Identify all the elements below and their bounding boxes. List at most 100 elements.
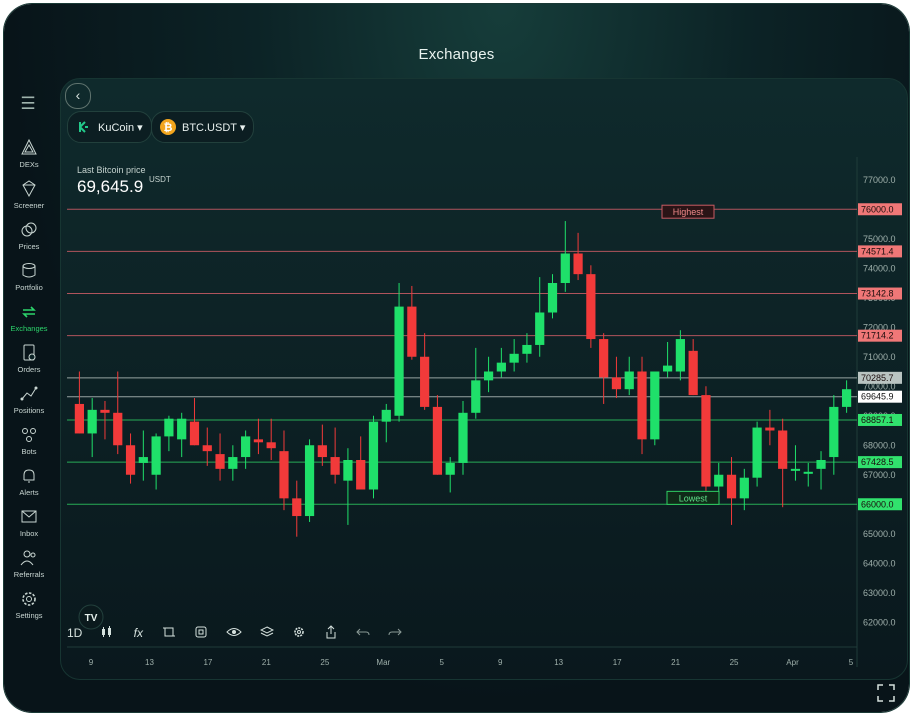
resistance-level-label: 73142.8: [861, 289, 894, 299]
sidebar-item-orders[interactable]: Orders: [4, 343, 54, 374]
candle-body: [368, 421, 379, 490]
diamond-icon: [22, 180, 36, 198]
candle-body: [662, 365, 673, 372]
coin-icon: [21, 222, 37, 237]
sidebar-item-label: Orders: [17, 365, 41, 374]
x-tick-label: 21: [262, 658, 271, 667]
sidebar-item-bots[interactable]: Bots: [4, 425, 54, 456]
candle-body: [688, 350, 698, 396]
candle-body: [253, 439, 264, 443]
candle-body: [202, 445, 212, 452]
sidebar-item-inbox[interactable]: Inbox: [4, 507, 54, 538]
undo-icon[interactable]: [356, 625, 370, 642]
candle-body: [586, 274, 596, 340]
chart-toolbar: 1D fx: [67, 623, 403, 643]
interval-button[interactable]: 1D: [67, 626, 82, 640]
back-button[interactable]: ‹: [65, 83, 91, 109]
candle-body: [726, 474, 737, 499]
sidebar-item-positions[interactable]: Positions: [4, 384, 54, 415]
sidebar-item-screener[interactable]: Screener: [4, 179, 54, 210]
app-window: Exchanges ☰ DEXs Screener Prices Portfolio E…: [4, 4, 909, 712]
candle-body: [279, 451, 289, 499]
candle-body: [164, 418, 174, 437]
chart-panel[interactable]: Last Bitcoin price 69,645.9 USDT 62000.0…: [67, 157, 902, 669]
sidebar-item-label: Prices: [18, 242, 40, 251]
x-tick-label: Mar: [376, 658, 390, 667]
x-tick-label: 21: [671, 658, 680, 667]
candle-body: [637, 371, 647, 440]
sidebar-item-label: Bots: [21, 447, 37, 456]
y-tick-label: 71000.0: [863, 352, 896, 362]
resistance-level-label: 71714.2: [861, 331, 894, 341]
main-panel: ‹ KuCoin ▾ ₿ BTC.USDT ▾ Last Bitcoin pri…: [60, 78, 908, 680]
candle-body: [113, 412, 123, 446]
candle-body: [611, 377, 622, 390]
sidebar-item-settings[interactable]: Settings: [4, 589, 54, 620]
y-tick-label: 74000.0: [863, 263, 896, 273]
sidebar-item-portfolio[interactable]: Portfolio: [4, 261, 54, 292]
candle-body: [292, 498, 302, 517]
candle-body: [228, 457, 238, 469]
candle-body: [215, 454, 225, 469]
crop-icon[interactable]: [162, 625, 176, 642]
sidebar-item-label: Referrals: [13, 570, 45, 579]
candle-body: [100, 409, 110, 413]
portfolio-icon: [22, 263, 36, 278]
sidebar-item-label: DEXs: [19, 160, 39, 169]
support-level-label: 67428.5: [861, 457, 894, 467]
exchange-selector[interactable]: KuCoin ▾: [67, 111, 152, 143]
candle-body: [458, 412, 468, 463]
layout-icon[interactable]: [194, 625, 208, 642]
y-tick-label: 67000.0: [863, 470, 896, 480]
gear-icon[interactable]: [292, 625, 306, 642]
candle-body: [151, 436, 161, 475]
share-icon[interactable]: [324, 624, 338, 642]
candle-body: [496, 362, 506, 372]
exchange-selector-label: KuCoin ▾: [98, 121, 143, 134]
hamburger-menu-icon[interactable]: ☰: [18, 94, 38, 114]
highest-label: Highest: [673, 207, 704, 217]
candle-body: [573, 253, 583, 275]
candle-body: [560, 253, 570, 283]
bell-icon: [23, 469, 35, 483]
candle-body: [356, 460, 366, 490]
candle-body: [829, 406, 839, 458]
y-tick-label: 68000.0: [863, 440, 896, 450]
exchange-arrows-icon: [22, 306, 36, 318]
sidebar-item-prices[interactable]: Prices: [4, 220, 54, 251]
indicators-button[interactable]: fx: [132, 626, 144, 640]
kucoin-logo-icon: [76, 119, 92, 135]
candle-body: [445, 462, 455, 475]
candle-body: [765, 427, 775, 431]
sidebar-item-alerts[interactable]: Alerts: [4, 466, 54, 497]
sidebar-item-referrals[interactable]: Referrals: [4, 548, 54, 579]
bitcoin-icon: ₿: [160, 119, 176, 135]
candle-body: [739, 477, 749, 499]
layers-icon[interactable]: [260, 625, 275, 642]
redo-icon[interactable]: [388, 625, 403, 642]
candle-body: [266, 442, 276, 449]
sidebar-item-exchanges[interactable]: Exchanges: [4, 302, 54, 333]
sidebar-item-label: Portfolio: [15, 283, 43, 292]
candle-body: [304, 445, 315, 517]
eye-icon[interactable]: [226, 625, 243, 642]
candle-body: [330, 457, 340, 475]
lowest-label: Lowest: [679, 493, 708, 503]
mail-icon: [21, 510, 37, 523]
candle-body: [522, 344, 532, 354]
candle-body: [535, 312, 545, 345]
sidebar-item-dexs[interactable]: DEXs: [4, 138, 54, 169]
fullscreen-icon[interactable]: [877, 684, 895, 702]
resistance-level-label: 74571.4: [861, 246, 894, 256]
y-tick-label: 64000.0: [863, 558, 896, 568]
pair-selector[interactable]: ₿ BTC.USDT ▾: [151, 111, 255, 143]
y-tick-label: 65000.0: [863, 529, 896, 539]
candle-body: [701, 395, 711, 487]
candle-body: [803, 471, 813, 474]
resistance-level-label: 76000.0: [861, 204, 894, 214]
candlestick-chart[interactable]: 62000.0 63000.0 64000.0 65000.0 66000.0 67000…: [67, 157, 902, 677]
candle-body: [471, 380, 481, 413]
page-title: Exchanges: [418, 46, 495, 63]
candles-type-icon[interactable]: [100, 625, 114, 642]
candle-body: [125, 445, 136, 475]
